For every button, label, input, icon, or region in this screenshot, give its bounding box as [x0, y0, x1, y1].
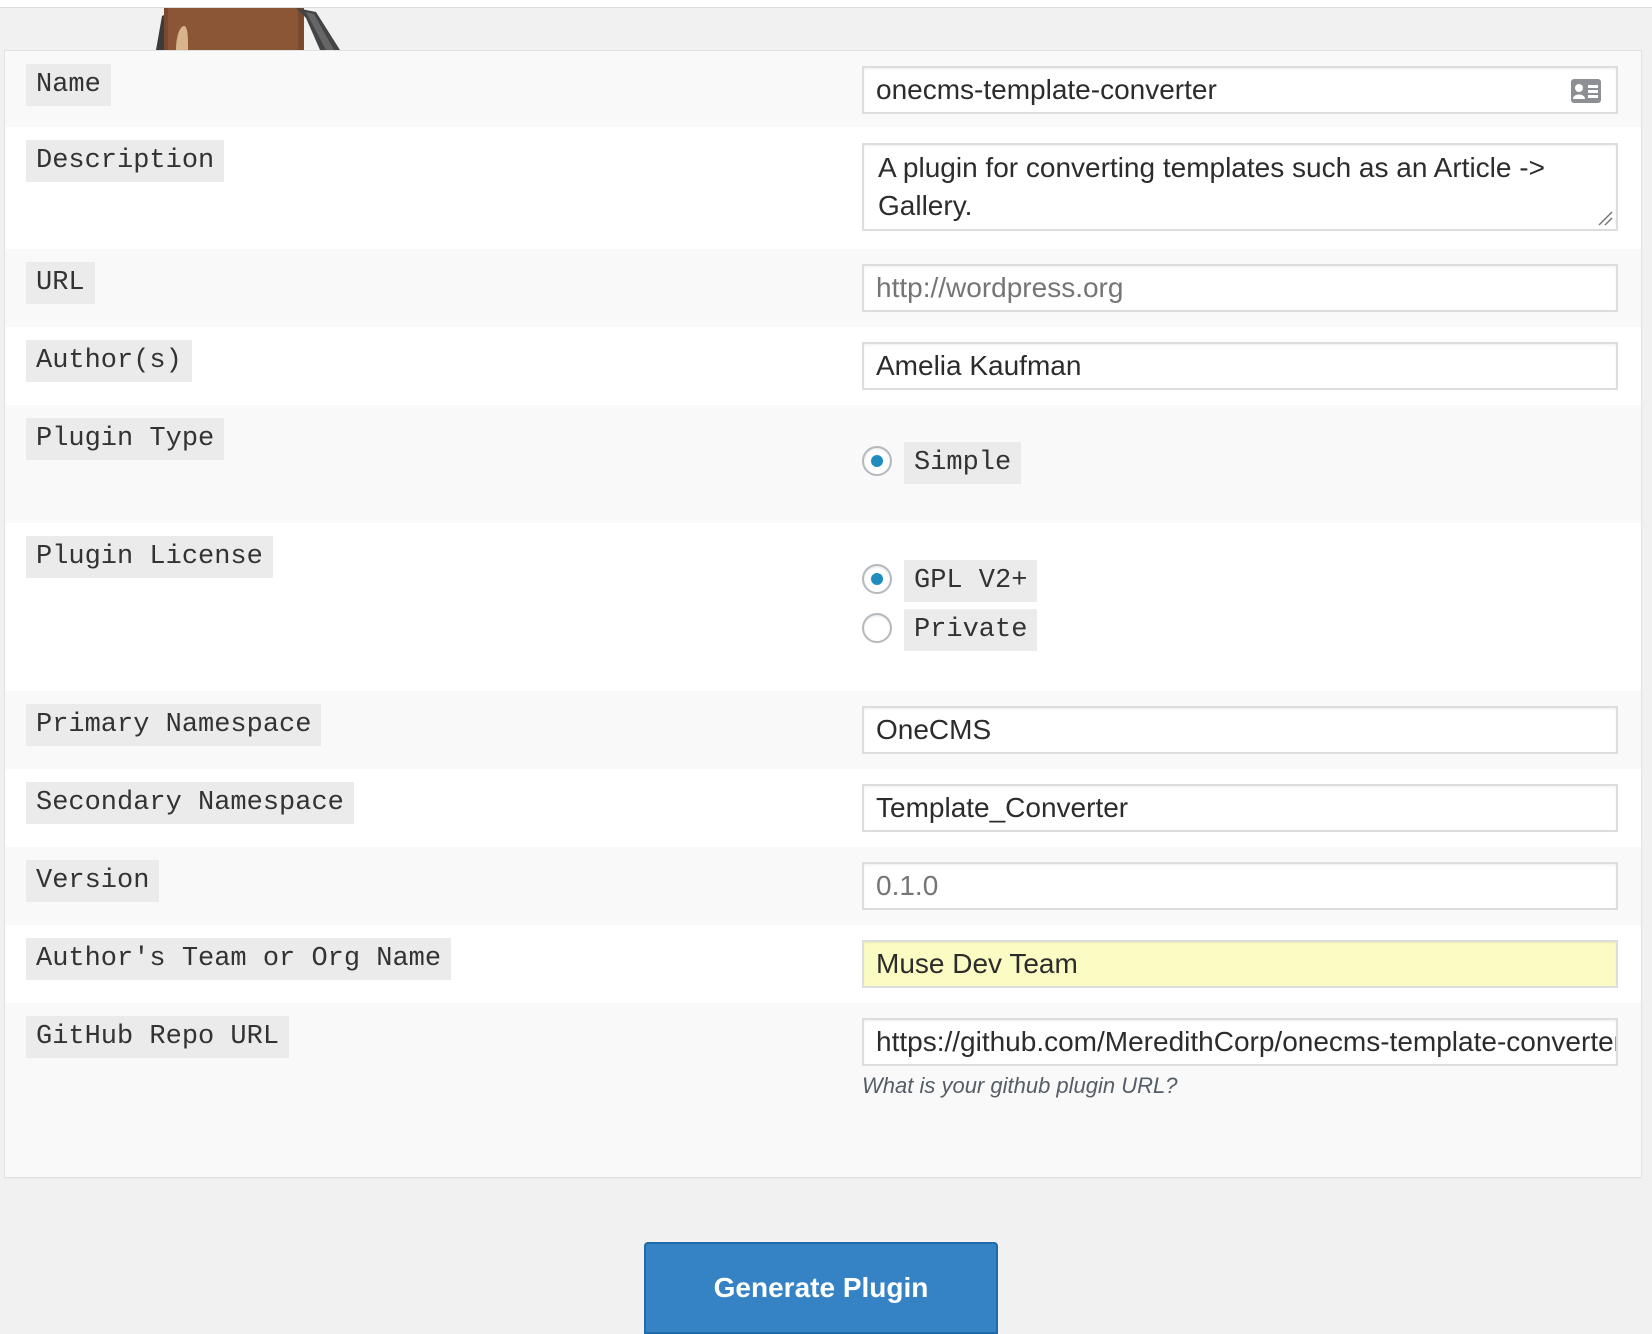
- row-github: GitHub Repo URL https://github.com/Mered…: [5, 1003, 1641, 1177]
- secondary-namespace-value: Template_Converter: [876, 792, 1129, 823]
- mascot-illustration: [156, 8, 340, 50]
- name-value: onecms-template-converter: [876, 74, 1217, 105]
- url-placeholder: http://wordpress.org: [876, 272, 1124, 303]
- plugin-type-simple-label[interactable]: Simple: [904, 442, 1022, 484]
- secondary-namespace-label: Secondary Namespace: [26, 782, 354, 824]
- authors-value: Amelia Kaufman: [876, 350, 1082, 381]
- team-input[interactable]: Muse Dev Team: [862, 940, 1618, 988]
- resize-grip-icon[interactable]: [1597, 210, 1613, 226]
- top-edge: [0, 0, 1652, 8]
- github-hint: What is your github plugin URL?: [862, 1073, 1178, 1098]
- github-input[interactable]: https://github.com/MeredithCorp/onecms-t…: [862, 1018, 1618, 1066]
- github-value: https://github.com/MeredithCorp/onecms-t…: [876, 1026, 1618, 1057]
- primary-namespace-value: OneCMS: [876, 714, 992, 745]
- github-label: GitHub Repo URL: [26, 1016, 290, 1058]
- row-primary-namespace: Primary Namespace OneCMS: [5, 691, 1641, 769]
- description-value: A plugin for converting templates such a…: [878, 152, 1545, 221]
- description-label: Description: [26, 140, 225, 182]
- row-team: Author's Team or Org Name Muse Dev Team: [5, 925, 1641, 1003]
- row-plugin-license: Plugin License GPL V2+ Private: [5, 523, 1641, 691]
- description-textarea[interactable]: A plugin for converting templates such a…: [862, 143, 1618, 231]
- team-label: Author's Team or Org Name: [26, 938, 452, 980]
- plugin-type-label: Plugin Type: [26, 418, 225, 460]
- name-input[interactable]: onecms-template-converter: [862, 66, 1618, 114]
- secondary-namespace-input[interactable]: Template_Converter: [862, 784, 1618, 832]
- row-version: Version 0.1.0: [5, 847, 1641, 925]
- name-label: Name: [26, 64, 111, 106]
- version-input[interactable]: 0.1.0: [862, 862, 1618, 910]
- version-placeholder: 0.1.0: [876, 870, 939, 901]
- version-label: Version: [26, 860, 160, 902]
- url-label: URL: [26, 262, 95, 304]
- plugin-settings-panel: Name onecms-template-converter Descripti…: [4, 50, 1642, 1178]
- plugin-license-label: Plugin License: [26, 536, 273, 578]
- row-secondary-namespace: Secondary Namespace Template_Converter: [5, 769, 1641, 847]
- license-private-radio[interactable]: [862, 613, 892, 643]
- license-gpl-radio[interactable]: [862, 564, 892, 594]
- row-url: URL http://wordpress.org: [5, 249, 1641, 327]
- license-private-label[interactable]: Private: [904, 609, 1038, 651]
- authors-label: Author(s): [26, 340, 192, 382]
- plugin-type-simple-radio[interactable]: [862, 446, 892, 476]
- generate-plugin-button[interactable]: Generate Plugin: [644, 1242, 998, 1334]
- url-input[interactable]: http://wordpress.org: [862, 264, 1618, 312]
- contact-card-icon[interactable]: [1570, 78, 1602, 104]
- row-name: Name onecms-template-converter: [5, 51, 1641, 127]
- team-value: Muse Dev Team: [876, 948, 1078, 979]
- license-gpl-label[interactable]: GPL V2+: [904, 560, 1038, 602]
- row-authors: Author(s) Amelia Kaufman: [5, 327, 1641, 405]
- primary-namespace-input[interactable]: OneCMS: [862, 706, 1618, 754]
- authors-input[interactable]: Amelia Kaufman: [862, 342, 1618, 390]
- primary-namespace-label: Primary Namespace: [26, 704, 322, 746]
- row-plugin-type: Plugin Type Simple: [5, 405, 1641, 523]
- row-description: Description A plugin for converting temp…: [5, 127, 1641, 249]
